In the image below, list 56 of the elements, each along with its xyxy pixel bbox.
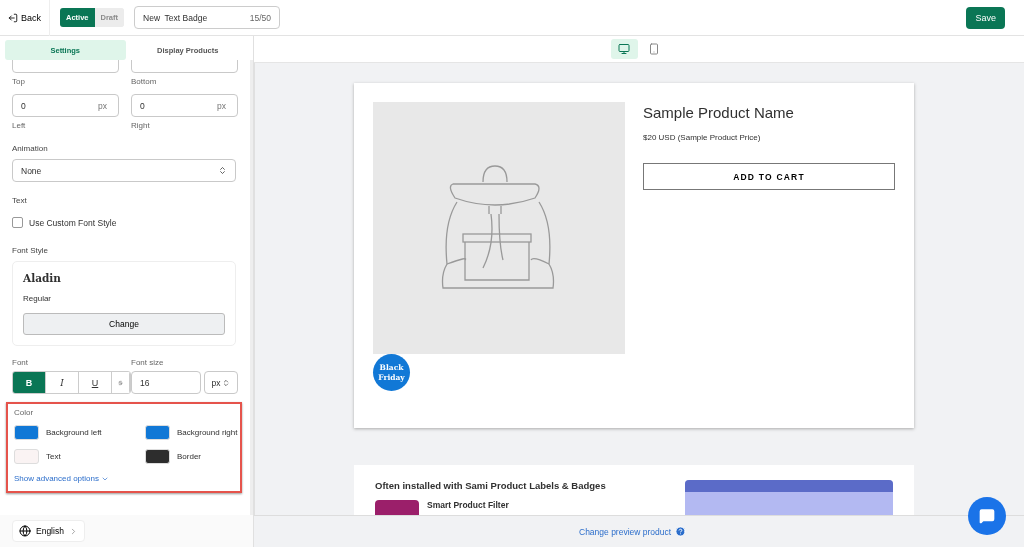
- badge-name-value: New Text Badge: [143, 12, 208, 23]
- spacing-value: 0: [140, 100, 145, 111]
- section-label: Text: [12, 196, 28, 205]
- spacing-field[interactable]: 0 px: [131, 94, 238, 117]
- font-size-field[interactable]: 16: [131, 371, 201, 394]
- custom-font-checkbox[interactable]: Use Custom Font Style: [12, 217, 236, 228]
- help-icon[interactable]: [675, 526, 687, 537]
- desktop-view-button[interactable]: [610, 39, 638, 59]
- section-label: Animation: [12, 144, 49, 153]
- app-logo: [375, 500, 419, 515]
- change-preview-link[interactable]: Change preview product: [579, 526, 672, 537]
- color-label: Text: [46, 452, 61, 461]
- color-swatch[interactable]: [145, 449, 170, 464]
- chat-bubble-icon: [979, 508, 995, 524]
- unit-label: px: [98, 100, 107, 111]
- advanced-options-link[interactable]: Show advanced options: [14, 474, 236, 483]
- color-swatch[interactable]: [14, 425, 39, 440]
- color-swatch[interactable]: [14, 449, 39, 464]
- field-label: Font: [12, 358, 29, 367]
- field-label: Bottom: [131, 77, 158, 86]
- section-label: Font Style: [12, 246, 49, 255]
- color-label: Background right: [177, 428, 238, 437]
- save-button[interactable]: Save: [966, 6, 1005, 29]
- color-label: Border: [177, 452, 201, 461]
- field-label: Right: [131, 121, 151, 130]
- color-label: Background left: [46, 428, 102, 437]
- field-label: Left: [12, 121, 27, 130]
- globe-icon: [19, 525, 31, 537]
- exit-icon: [8, 12, 18, 23]
- character-counter: 15/50: [249, 12, 272, 23]
- product-price: $20 USD (Sample Product Price): [643, 133, 762, 142]
- change-font-button[interactable]: Change: [23, 313, 225, 335]
- format-button[interactable]: B: [13, 372, 46, 393]
- font-weight: Regular: [23, 294, 52, 303]
- updown-chevron-icon: [218, 166, 227, 175]
- chat-button[interactable]: [968, 497, 1006, 535]
- section-label: Color: [14, 408, 35, 417]
- add-to-cart-button[interactable]: ADD TO CART: [643, 163, 895, 190]
- back-button[interactable]: Back: [8, 0, 50, 36]
- field-label: Top: [12, 77, 26, 86]
- animation-select[interactable]: None: [12, 159, 236, 182]
- spacing-field[interactable]: 0 px: [12, 94, 119, 117]
- color-swatch[interactable]: [145, 425, 170, 440]
- language-button[interactable]: English: [12, 520, 85, 542]
- unit-select[interactable]: px: [204, 371, 238, 394]
- updown-chevron-icon: [222, 378, 231, 387]
- field-label: Font size: [131, 358, 165, 367]
- badge-name-field[interactable]: New Text Badge 15/50: [134, 6, 281, 29]
- app-name[interactable]: Smart Product Filter: [427, 500, 509, 510]
- promo-heading: Often installed with Sami Product Labels & Badges: [375, 480, 606, 491]
- phone-icon: [648, 43, 660, 55]
- unit-label: px: [217, 100, 226, 111]
- spacing-value: 0: [21, 100, 26, 111]
- font-name: Aladin: [23, 272, 62, 284]
- product-name: Sample Product Name: [643, 104, 795, 121]
- monitor-icon: [618, 43, 630, 55]
